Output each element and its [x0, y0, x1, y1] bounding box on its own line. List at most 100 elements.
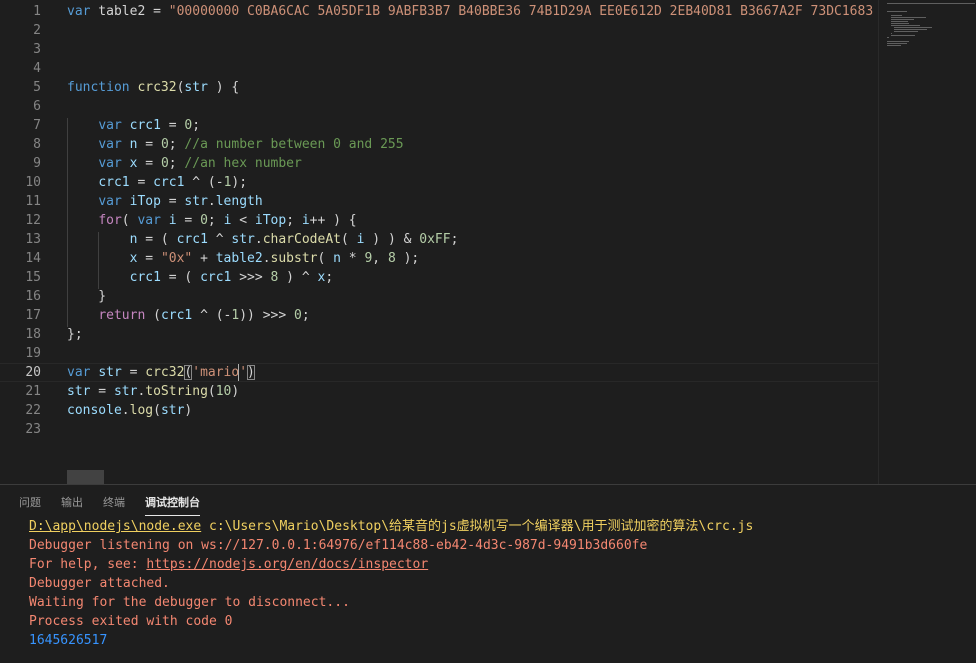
- code-token: = (: [137, 232, 177, 247]
- line-number: 1: [33, 4, 41, 19]
- code-line[interactable]: 4: [0, 59, 878, 78]
- code-line[interactable]: 13 n = ( crc1 ^ str.charCodeAt( i ) ) & …: [0, 230, 878, 249]
- code-token: str: [184, 194, 208, 209]
- line-number: 13: [25, 232, 41, 247]
- minimap[interactable]: [878, 0, 976, 484]
- code-line[interactable]: 17 return (crc1 ^ (-1)) >>> 0;: [0, 306, 878, 325]
- code-line[interactable]: 15 crc1 = ( crc1 >>> 8 ) ^ x;: [0, 268, 878, 287]
- line-code[interactable]: crc1 = ( crc1 >>> 8 ) ^ x;: [67, 268, 334, 287]
- code-token: =: [176, 213, 201, 228]
- line-code[interactable]: var crc1 = 0;: [67, 116, 200, 135]
- indent-guide: [98, 232, 99, 289]
- code-token: (: [340, 232, 357, 247]
- line-code[interactable]: var str = crc32('mario'): [67, 363, 255, 382]
- code-line[interactable]: 6: [0, 97, 878, 116]
- code-line[interactable]: 20 var str = crc32('mario'): [0, 363, 878, 382]
- code-token: .: [262, 251, 271, 266]
- code-token: "0x": [160, 251, 193, 266]
- code-token: 0: [200, 213, 208, 228]
- line-code[interactable]: x = "0x" + table2.substr( n * 9, 8 );: [67, 249, 420, 268]
- console-link[interactable]: https://nodejs.org/en/docs/inspector: [146, 557, 428, 572]
- code-line[interactable]: 5 function crc32(str ) {: [0, 78, 878, 97]
- console-text: c:\Users\Mario\Desktop\给某音的js虚拟机写一个编译器\用…: [201, 519, 754, 534]
- line-code[interactable]: console.log(str): [67, 401, 192, 420]
- panel-tab[interactable]: 输出: [61, 494, 83, 511]
- console-text: Debugger listening on ws://127.0.0.1:649…: [29, 538, 648, 553]
- code-line[interactable]: 3: [0, 40, 878, 59]
- code-token: *: [340, 251, 365, 266]
- code-token: crc1: [129, 118, 161, 133]
- minimap-line: [887, 45, 902, 46]
- minimap-line: [894, 31, 918, 32]
- line-number: 18: [25, 327, 41, 342]
- code-token: ^: [207, 232, 232, 247]
- code-token: );: [395, 251, 420, 266]
- code-line[interactable]: 10 crc1 = crc1 ^ (-1);: [0, 173, 878, 192]
- code-line[interactable]: 12 for( var i = 0; i < iTop; i++ ) {: [0, 211, 878, 230]
- code-line[interactable]: 14 x = "0x" + table2.substr( n * 9, 8 );: [0, 249, 878, 268]
- code-token: //a number between 0 and 255: [184, 137, 404, 152]
- code-line[interactable]: 9 var x = 0; //an hex number: [0, 154, 878, 173]
- line-code[interactable]: var table2 = "00000000 C0BA6CAC 5A05DF1B…: [67, 2, 878, 21]
- code-token: >>>: [231, 270, 271, 285]
- line-code[interactable]: crc1 = crc1 ^ (-1);: [67, 173, 247, 192]
- minimap-line: [890, 17, 926, 18]
- line-code[interactable]: n = ( crc1 ^ str.charCodeAt( i ) ) & 0xF…: [67, 230, 459, 249]
- code-token: =: [137, 251, 161, 266]
- horizontal-scrollbar-thumb[interactable]: [67, 470, 104, 484]
- code-token: crc32: [137, 80, 177, 95]
- panel-tab[interactable]: 终端: [103, 494, 125, 511]
- code-token: (: [153, 403, 161, 418]
- line-code[interactable]: return (crc1 ^ (-1)) >>> 0;: [67, 306, 309, 325]
- code-token: ^ (-: [184, 175, 224, 190]
- code-token: str: [98, 365, 122, 380]
- line-code[interactable]: };: [67, 325, 83, 344]
- code-token: };: [67, 327, 83, 342]
- code-line[interactable]: 7 var crc1 = 0;: [0, 116, 878, 135]
- code-token: = (: [160, 270, 201, 285]
- line-number: 19: [25, 346, 41, 361]
- line-code[interactable]: var n = 0; //a number between 0 and 255: [67, 135, 404, 154]
- code-line[interactable]: 16 }: [0, 287, 878, 306]
- line-code[interactable]: var x = 0; //an hex number: [67, 154, 302, 173]
- code-token: str: [231, 232, 255, 247]
- line-code[interactable]: str = str.toString(10): [67, 382, 239, 401]
- code-line[interactable]: 18};: [0, 325, 878, 344]
- line-code[interactable]: for( var i = 0; i < iTop; i++ ) {: [67, 211, 356, 230]
- line-number: 23: [25, 422, 41, 437]
- line-number: 5: [33, 80, 41, 95]
- console-link[interactable]: D:\app\nodejs\node.exe: [29, 519, 201, 534]
- code-line[interactable]: 21 str = str.toString(10): [0, 382, 878, 401]
- line-code[interactable]: var iTop = str.length: [67, 192, 262, 211]
- code-line[interactable]: 2: [0, 21, 878, 40]
- code-token: //an hex number: [184, 156, 302, 171]
- code-line[interactable]: 1 var table2 = "00000000 C0BA6CAC 5A05DF1…: [0, 2, 878, 21]
- code-token: (: [207, 384, 216, 399]
- panel-tab[interactable]: 问题: [19, 494, 41, 511]
- panel-tab[interactable]: 调试控制台: [145, 494, 200, 516]
- code-token: );: [231, 175, 248, 190]
- code-editor[interactable]: 1 var table2 = "00000000 C0BA6CAC 5A05DF1…: [0, 0, 878, 484]
- line-code[interactable]: }: [67, 287, 106, 306]
- code-token: "00000000 C0BA6CAC 5A05DF1B 9ABFB3B7 B40…: [168, 4, 878, 19]
- code-line[interactable]: 11 var iTop = str.length: [0, 192, 878, 211]
- code-line[interactable]: 19: [0, 344, 878, 363]
- code-token: return: [98, 308, 146, 323]
- minimap-line: [890, 33, 892, 34]
- code-line[interactable]: 8 var n = 0; //a number between 0 and 25…: [0, 135, 878, 154]
- line-code[interactable]: function crc32(str ) {: [67, 78, 239, 97]
- console-line: Debugger attached.: [29, 574, 170, 593]
- code-token: ) {: [207, 80, 240, 95]
- code-token: ;: [168, 137, 185, 152]
- code-line[interactable]: 23: [0, 420, 878, 439]
- code-token: ): [184, 403, 193, 418]
- code-line[interactable]: 22 console.log(str): [0, 401, 878, 420]
